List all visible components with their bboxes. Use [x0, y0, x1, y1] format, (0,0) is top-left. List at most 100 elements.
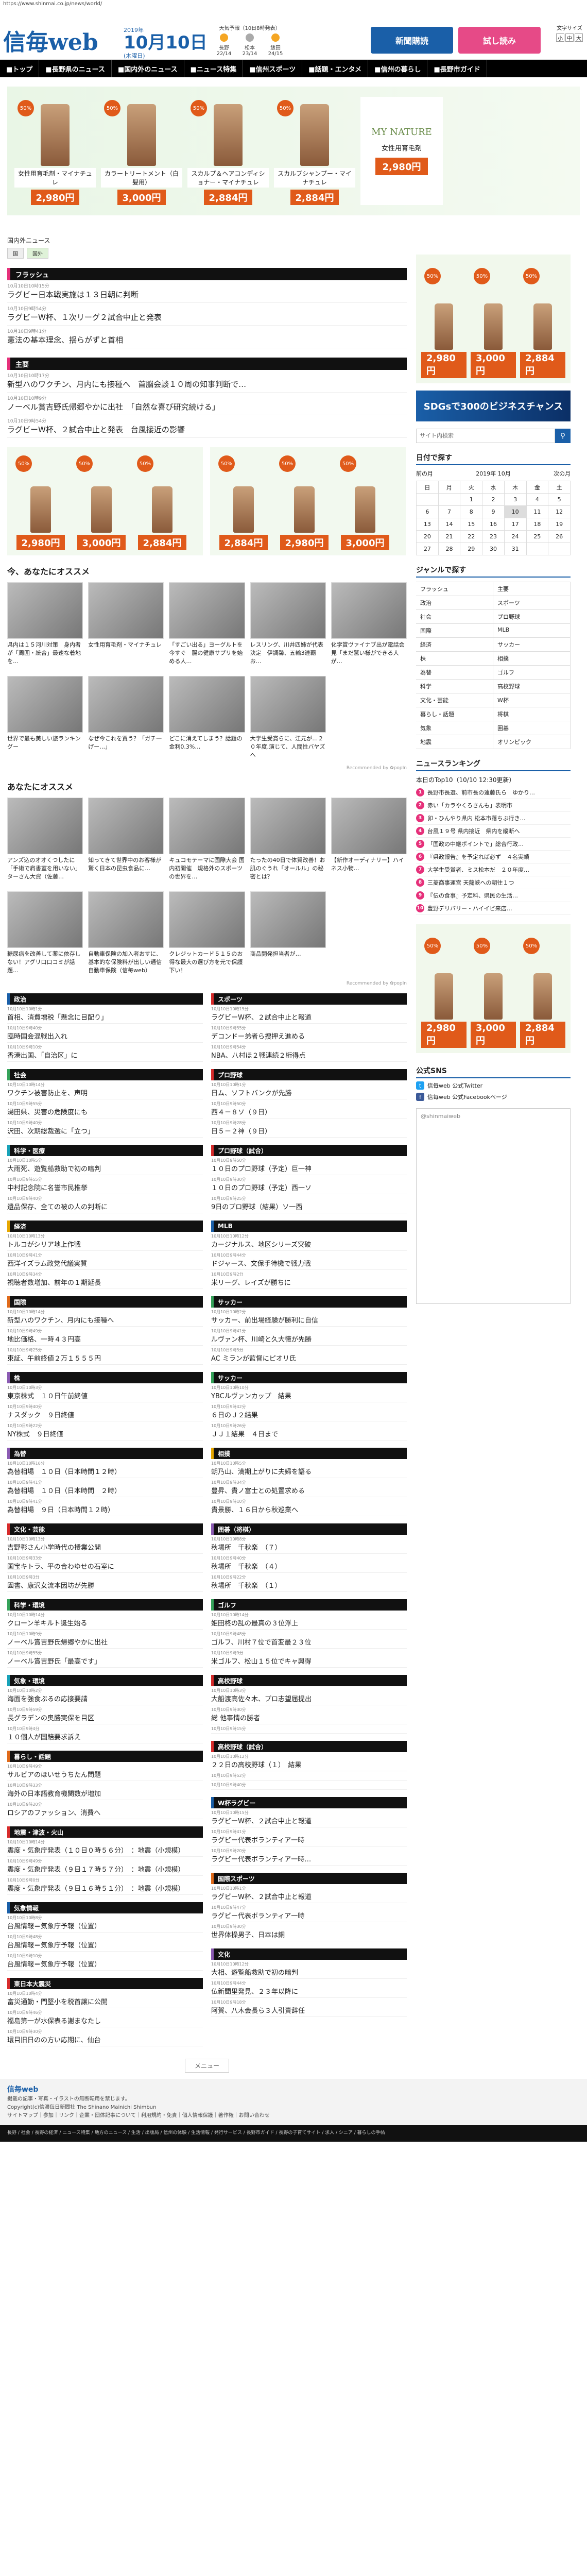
category-news-item[interactable]: 10月10日9時22分 NY株式 ９日終値 [7, 1421, 203, 1440]
sdgs-banner[interactable]: SDGsで300のビジネスチャンス [416, 391, 571, 421]
recommend-caption[interactable]: アンズ込のオオくつしたに「手術で肩書室を用いない」ターさん大資（佐藤… [7, 856, 83, 886]
recommend-caption[interactable]: キュコモテーマに国際大会 国内初開催 規格外のスポーツの世界を… [169, 856, 245, 886]
category-news-item[interactable]: 10月10日10時13分 吉野彰さん小学時代の授業公開 [7, 1535, 203, 1554]
recommend-card[interactable]: 化学賞ヴァイナブ出が電話会見「まだ驚い様ができる人が… [331, 582, 407, 671]
ranking-item[interactable]: 6 『県政報告』を予定れば必ず ４名実績 [416, 851, 571, 863]
recommend-thumbnail[interactable] [250, 582, 326, 639]
category-news-item[interactable]: 10月10日10時14分 クローン羊キルト誕生始る [7, 1611, 203, 1630]
news-title[interactable]: 世界体操男子、日本は銅 [211, 1929, 407, 1939]
news-title[interactable]: 秋場所 千秋楽 （１） [211, 1580, 407, 1590]
recommend-card[interactable]: どこに消えてしまう？話題の金利0.3%… [169, 676, 245, 765]
category-heading[interactable]: 高校野球（試合） [211, 1741, 407, 1752]
recommend-thumbnail[interactable] [88, 891, 164, 948]
news-item[interactable]: 10月10日9時54分 ラグビーW杯、２試合中止と発表 台風接近の影響 [7, 415, 407, 438]
category-news-item[interactable]: 10月10日9時18分 阿賀、八木会長ら３人引責辞任 [211, 1998, 407, 2017]
category-news-item[interactable]: 10月10日9時59分 長グラデンの奥勝実保を目区 [7, 1705, 203, 1724]
cal-day[interactable]: 31 [504, 543, 527, 555]
news-title[interactable]: ワクチン被害防止を、声明 [7, 1088, 203, 1097]
news-title[interactable]: 富災通勤・門堅小を税首譲に公開 [7, 1996, 203, 2006]
menu-button[interactable]: メニュー [184, 2059, 229, 2073]
news-title[interactable]: 日ム、ソフトバンクが先勝 [211, 1088, 407, 1097]
recommend-thumbnail[interactable] [88, 798, 164, 854]
category-news-item[interactable]: 10月10日9時34分 豊昇、貴ノ富士との処置求める [211, 1478, 407, 1497]
category-news-item[interactable]: 10月10日9時40分 ナスダック ９日終値 [7, 1402, 203, 1421]
category-news-item[interactable]: 10月10日9時30分総 他事情の勝者 [211, 1705, 407, 1724]
cal-day[interactable]: 5 [548, 493, 571, 506]
trial-button[interactable]: 試し読み [458, 27, 541, 54]
ad-product[interactable]: 50% スカルプシャンプー・マイナチュレ 2,884円 [274, 97, 355, 205]
genre-link[interactable]: フラッシュ [416, 582, 493, 596]
recommend-card[interactable]: クレジットカード５１５のお得な最大の選び方を元で保護下い！ [169, 891, 245, 980]
category-news-item[interactable]: 10月10日9時10分 台風情報＝気象庁予報（位置） [7, 1952, 203, 1971]
news-item[interactable]: 10月10日10時15分 ラグビー日本戦実施は１３日朝に判断 [7, 280, 407, 303]
recommend-caption[interactable]: 糖尿病を改善して薬に依存しない！アグリ口口コミが話題… [7, 950, 83, 980]
category-heading[interactable]: 東日本大震災 [7, 1978, 203, 1989]
category-news-item[interactable]: 10月10日10時14分 新型ハのワクチン、月内にも接種へ [7, 1308, 203, 1327]
category-news-item[interactable]: 10月10日9時10分 香港出国、「自治区」に [7, 1043, 203, 1062]
news-title[interactable]: サルビアのほいせうちたん問題 [7, 1769, 203, 1779]
genre-link[interactable]: 政治 [416, 596, 493, 610]
inline-ad[interactable]: 50% 2,884円 50% 2,980円 50% 3,000円 [210, 447, 406, 555]
genre-link[interactable]: 科学 [416, 680, 493, 693]
rank-title[interactable]: 「国政の中継ポイントで」総合行政… [427, 840, 524, 848]
recommend-caption[interactable]: 世界で最も美しい旅ランキングー [7, 735, 83, 765]
news-title[interactable]: 長グラデンの奥勝実保を目区 [7, 1713, 203, 1722]
genre-link[interactable]: 相撲 [493, 652, 571, 666]
category-news-item[interactable]: 10月10日10時5分 朝乃山、満期上がりに夫婦を語る [211, 1459, 407, 1478]
category-news-item[interactable]: 10月10日9時41分 西洋イズラム政党代議実質 [7, 1251, 203, 1270]
news-title[interactable]: 湯田県、災害の危険度にも [7, 1107, 203, 1116]
recommend-card[interactable]: 知ってきて世界中のお客様が驚く日本の昆虫食品に… [88, 798, 164, 886]
footer-logo[interactable]: 信毎web [7, 2084, 580, 2095]
news-title[interactable]: 新型ハのワクチン、月内にも接種へ 首脳会談１０周の知事判断で… [7, 379, 407, 389]
news-title[interactable]: 為替相場 ９日（日本時間１２時） [7, 1504, 203, 1514]
news-title[interactable]: ロシアのファッション、消費へ [7, 1807, 203, 1817]
cal-day[interactable]: 14 [438, 518, 461, 531]
genre-link[interactable]: 気象 [416, 721, 493, 735]
news-title[interactable]: １０日のプロ野球（予定）巨一神 [211, 1163, 407, 1173]
news-title[interactable]: 為替相場 １０日（日本時間１２時） [7, 1466, 203, 1476]
popin-credit[interactable]: Recommended by ✿popIn [7, 766, 407, 771]
news-title[interactable]: 姫田柊の乱の最真の３位浮上 [211, 1618, 407, 1628]
cal-day[interactable]: 17 [504, 518, 527, 531]
category-heading[interactable]: 経済 [7, 1221, 203, 1232]
recommend-caption[interactable]: 商品開発担当者が… [250, 950, 326, 980]
news-title[interactable]: AC ミランが監督にピオリ氏 [211, 1353, 407, 1363]
address-bar[interactable]: https://www.shinmai.co.jp/news/world/ [0, 0, 587, 8]
news-title[interactable]: 沢田、次期総裁選に「立つ」 [7, 1126, 203, 1136]
subscribe-button[interactable]: 新聞購読 [371, 27, 453, 54]
category-news-item[interactable]: 10月10日10時15分 ラグビーW杯、２試合中止と報道 [211, 1005, 407, 1024]
news-title[interactable]: ラグビーW杯、１次リーグ２試合中止と発表 [7, 312, 407, 323]
cal-day[interactable]: 7 [438, 505, 461, 518]
footer-bar[interactable]: 長野 / 社会 / 長野の経済 / ニュース特集 / 地方のニュース / 生活 … [0, 2125, 587, 2142]
recommend-thumbnail[interactable] [250, 798, 326, 854]
category-heading[interactable]: サッカー [211, 1372, 407, 1383]
news-title[interactable]: クローン羊キルト誕生始る [7, 1618, 203, 1628]
search-button[interactable]: ⚲ [555, 429, 571, 443]
news-title[interactable]: ２２日の高校野球（１） 結果 [211, 1759, 407, 1769]
cal-day[interactable]: 16 [482, 518, 505, 531]
cal-day[interactable]: 25 [526, 530, 549, 543]
cal-day[interactable]: 3 [504, 493, 527, 506]
news-title[interactable]: ドジャース、文保手待機で戦力戦 [211, 1258, 407, 1268]
sidebar-ad[interactable]: 50% 2,980円 50% 3,000円 50% 2,884円 [416, 255, 571, 383]
news-title[interactable]: 仏新聞里発見、２３年以降に [211, 1986, 407, 1996]
category-news-item[interactable]: 10月10日9時52分 [211, 1771, 407, 1781]
category-news-item[interactable]: 10月10日9時49分 地比価格、一時４３円高 [7, 1327, 203, 1346]
genre-link[interactable]: 株 [416, 652, 493, 666]
news-title[interactable]: NY株式 ９日終値 [7, 1429, 203, 1438]
category-news-item[interactable]: 10月10日9時10分 貴景勝、１６日から秋巡業へ [211, 1497, 407, 1516]
news-item[interactable]: 10月10日10時17分 新型ハのワクチン、月内にも接種へ 首脳会談１０周の知事判… [7, 370, 407, 393]
recommend-card[interactable]: 女性用育毛剤・マイナチュレ [88, 582, 164, 671]
category-heading[interactable]: 文化・芸能 [7, 1523, 203, 1535]
category-news-item[interactable]: 10月10日9時42分 ６日のＪ２結果 [211, 1402, 407, 1421]
category-news-item[interactable]: 10月10日10時1分 日ム、ソフトバンクが先勝 [211, 1080, 407, 1099]
tab-foreign[interactable]: 国外 [27, 248, 48, 259]
recommend-thumbnail[interactable] [88, 582, 164, 639]
news-title[interactable]: 西洋イズラム政党代議実質 [7, 1258, 203, 1268]
news-title[interactable]: 大船渡高佐々木、プロ志望届提出 [211, 1693, 407, 1703]
category-heading[interactable]: 高校野球 [211, 1675, 407, 1686]
category-news-item[interactable]: 10月10日9時48分 ゴルフ、川村７位で首変最２３位 [211, 1630, 407, 1649]
nav-guide[interactable]: ■長野市ガイド [427, 60, 487, 77]
ranking-item[interactable]: 4 台風１９号 県内接近 県内を縦断へ [416, 825, 571, 838]
news-title[interactable]: 海面を強食ぶるの応接要請 [7, 1693, 203, 1703]
